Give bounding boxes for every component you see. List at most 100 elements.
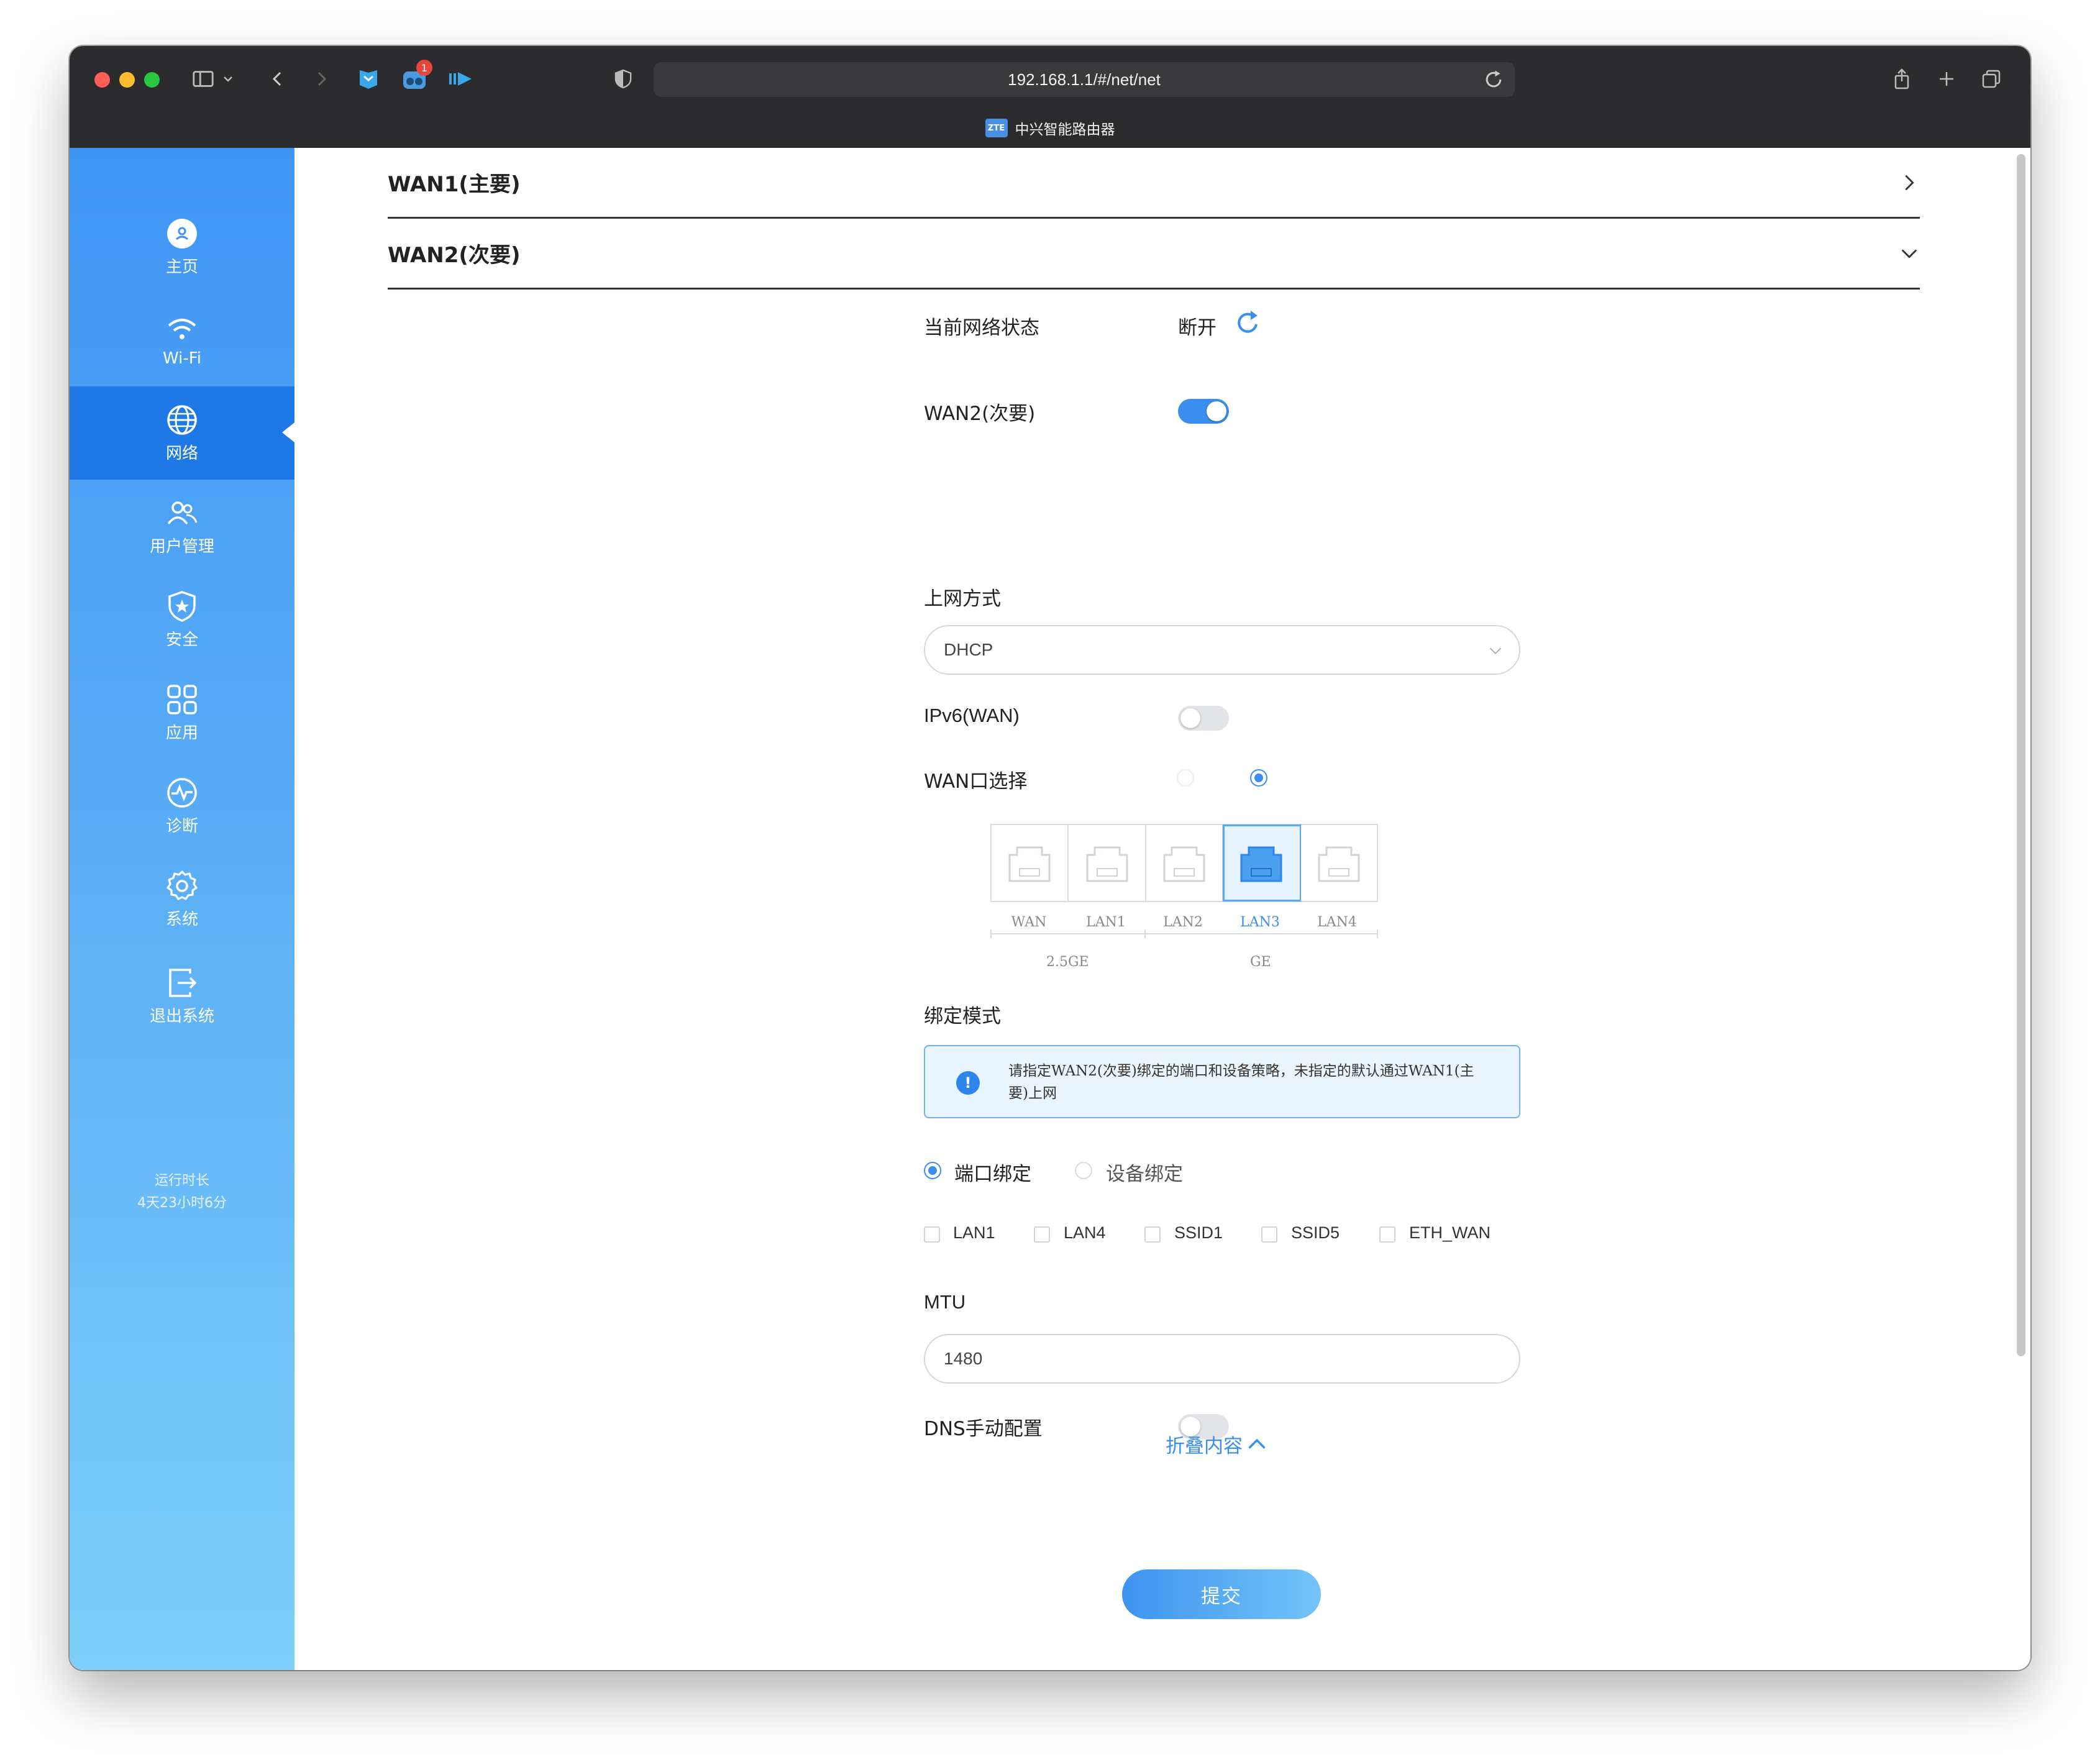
sidebar-item-network[interactable]: 网络 bbox=[70, 386, 294, 480]
bind-checkbox-lan4[interactable] bbox=[1034, 1226, 1050, 1243]
vertical-scrollbar[interactable] bbox=[2017, 154, 2025, 1356]
sidebar-item-security[interactable]: 安全 bbox=[70, 573, 294, 666]
sidebar-item-home[interactable]: 主页 bbox=[70, 200, 294, 293]
accordion-wan1[interactable]: WAN1(主要) bbox=[388, 148, 1920, 219]
sidebar: 主页 Wi-Fi 网络 用户管理 安全 应用 诊断 系统 退出系统 运行时长 4… bbox=[70, 148, 294, 1670]
back-icon[interactable] bbox=[262, 63, 293, 94]
sidebar-item-diagnose[interactable]: 诊断 bbox=[70, 759, 294, 852]
port-bind-radio[interactable] bbox=[924, 1162, 941, 1179]
chevron-down-icon bbox=[1489, 647, 1502, 655]
wan-port-option-1[interactable] bbox=[1177, 769, 1194, 787]
port-wan[interactable] bbox=[992, 825, 1069, 901]
browser-window: 1 192.168.1.1/#/net/net ZTE 中兴智能路由器 主页 W… bbox=[70, 46, 2030, 1670]
port-lan1[interactable] bbox=[1069, 825, 1146, 901]
port-group-tick bbox=[990, 929, 992, 938]
address-bar[interactable]: 192.168.1.1/#/net/net bbox=[654, 62, 1515, 97]
sidebar-item-label: 应用 bbox=[165, 723, 198, 742]
connection-mode-label: 上网方式 bbox=[924, 588, 1001, 610]
accordion-wan2[interactable]: WAN2(次要) bbox=[388, 219, 1920, 290]
chevron-down-icon[interactable] bbox=[219, 63, 237, 94]
shield-icon bbox=[168, 590, 196, 622]
port-group-tick bbox=[1144, 929, 1146, 938]
collapse-link[interactable]: 折叠内容 bbox=[1166, 1430, 1267, 1458]
extension-shield-icon[interactable] bbox=[353, 63, 384, 94]
bind-checkbox-ssid5[interactable] bbox=[1261, 1226, 1277, 1243]
browser-titlebar: 1 192.168.1.1/#/net/net ZTE 中兴智能路由器 bbox=[70, 46, 2030, 148]
tab-title-text: 中兴智能路由器 bbox=[1015, 122, 1115, 138]
new-tab-icon[interactable] bbox=[1931, 63, 1962, 94]
uptime-display: 运行时长 4天23小时6分 bbox=[70, 1170, 294, 1215]
port-label: LAN3 bbox=[1240, 915, 1280, 930]
network-status-value: 断开 bbox=[1178, 317, 1217, 339]
sidebar-item-system[interactable]: 系统 bbox=[70, 852, 294, 946]
sidebar-item-apps[interactable]: 应用 bbox=[70, 666, 294, 759]
close-window-button[interactable] bbox=[94, 72, 110, 88]
extension-play-icon[interactable] bbox=[445, 63, 476, 94]
wan-port-option-2[interactable] bbox=[1250, 769, 1267, 787]
port-group-label: 2.5GE bbox=[1046, 954, 1089, 970]
sidebar-item-logout[interactable]: 退出系统 bbox=[70, 949, 294, 1043]
ipv6-label: IPv6(WAN) bbox=[924, 705, 1020, 726]
main-content: WAN1(主要) WAN2(次要) 当前网络状态 断开 WAN2(次要) 上网方… bbox=[294, 148, 2030, 1670]
port-lan4[interactable] bbox=[1300, 825, 1377, 901]
forward-icon[interactable] bbox=[306, 63, 337, 94]
active-tab[interactable]: ZTE 中兴智能路由器 bbox=[70, 116, 2030, 140]
port-bind-label[interactable]: 端口绑定 bbox=[954, 1158, 1031, 1186]
sidebar-item-users[interactable]: 用户管理 bbox=[70, 480, 294, 573]
port-group-label: GE bbox=[1250, 954, 1271, 970]
wan2-enable-label: WAN2(次要) bbox=[924, 403, 1036, 425]
home-icon bbox=[167, 218, 197, 249]
bind-checkbox-label: SSID5 bbox=[1291, 1223, 1340, 1242]
ipv6-toggle[interactable] bbox=[1178, 706, 1229, 731]
dns-manual-label: DNS手动配置 bbox=[924, 1418, 1043, 1440]
bind-checkbox-lan1[interactable] bbox=[924, 1226, 940, 1243]
sidebar-item-label: 网络 bbox=[165, 444, 198, 463]
port-lan2[interactable] bbox=[1146, 825, 1224, 901]
chevron-right-icon bbox=[1905, 175, 1914, 190]
tab-overview-icon[interactable] bbox=[1976, 63, 2007, 94]
sidebar-toggle-icon[interactable] bbox=[188, 63, 219, 94]
bind-checkbox-eth-wan[interactable] bbox=[1379, 1226, 1395, 1243]
info-icon: ! bbox=[956, 1071, 980, 1095]
ethernet-port-icon bbox=[1240, 846, 1282, 882]
extension-glasses-icon[interactable]: 1 bbox=[399, 60, 432, 94]
chevron-down-icon bbox=[1901, 249, 1917, 258]
port-group-line bbox=[990, 933, 1378, 934]
mtu-label: MTU bbox=[924, 1291, 966, 1313]
apps-icon bbox=[167, 684, 197, 714]
bind-mode-label: 绑定模式 bbox=[924, 1005, 1001, 1028]
mtu-input[interactable]: 1480 bbox=[924, 1334, 1520, 1384]
bind-checkbox-label: LAN1 bbox=[953, 1223, 995, 1242]
connection-mode-select[interactable]: DHCP bbox=[924, 625, 1520, 675]
wan-port-select-label: WAN口选择 bbox=[924, 770, 1028, 793]
submit-button[interactable]: 提交 bbox=[1122, 1569, 1321, 1619]
ethernet-port-icon bbox=[1318, 846, 1360, 882]
zoom-window-button[interactable] bbox=[144, 72, 160, 88]
gear-icon bbox=[167, 870, 198, 900]
sidebar-item-label: 安全 bbox=[165, 630, 198, 649]
globe-icon bbox=[167, 404, 197, 435]
network-status-label: 当前网络状态 bbox=[924, 317, 1039, 339]
share-icon[interactable] bbox=[1886, 63, 1917, 94]
minimize-window-button[interactable] bbox=[119, 72, 135, 88]
port-label: LAN1 bbox=[1086, 915, 1126, 930]
sidebar-item-wifi[interactable]: Wi-Fi bbox=[70, 293, 294, 386]
accordion-wan2-title: WAN2(次要) bbox=[388, 243, 521, 268]
port-label: LAN4 bbox=[1317, 915, 1357, 930]
zte-favicon: ZTE bbox=[985, 119, 1008, 137]
reload-icon[interactable] bbox=[1482, 68, 1505, 91]
privacy-shield-icon[interactable] bbox=[608, 63, 639, 94]
accordion-wan1-title: WAN1(主要) bbox=[388, 172, 521, 197]
device-bind-radio[interactable] bbox=[1075, 1162, 1092, 1179]
wan2-enable-toggle[interactable] bbox=[1178, 399, 1229, 424]
sidebar-item-label: 用户管理 bbox=[149, 537, 214, 556]
bind-checkbox-label: SSID1 bbox=[1174, 1223, 1223, 1242]
diagnose-icon bbox=[167, 777, 197, 808]
bind-checkbox-ssid1[interactable] bbox=[1144, 1226, 1161, 1243]
logout-icon bbox=[169, 968, 197, 997]
port-lan3[interactable] bbox=[1223, 824, 1302, 902]
ethernet-port-icon bbox=[1086, 846, 1128, 882]
device-bind-label[interactable]: 设备绑定 bbox=[1106, 1158, 1183, 1186]
port-label: LAN2 bbox=[1163, 915, 1203, 930]
refresh-icon[interactable] bbox=[1234, 309, 1261, 337]
